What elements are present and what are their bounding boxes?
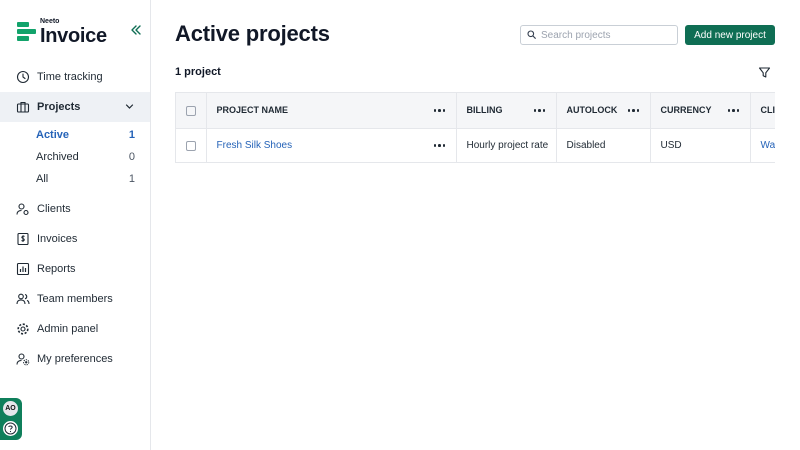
project-count: 1 project xyxy=(175,66,221,78)
subnav-item-label: Archived xyxy=(36,151,79,163)
sidebar-item-label: Invoices xyxy=(37,233,78,245)
sidebar-item-reports[interactable]: Reports xyxy=(0,254,150,284)
billing-cell: Hourly project rate xyxy=(456,128,557,162)
column-label: CLI xyxy=(760,105,776,116)
sidebar-item-label: My preferences xyxy=(37,353,113,365)
project-name-link[interactable]: Fresh Silk Shoes xyxy=(217,140,293,151)
column-menu-icon[interactable] xyxy=(433,108,446,112)
column-menu-icon[interactable] xyxy=(727,108,740,112)
column-label: AUTOLOCK xyxy=(566,105,618,116)
sidebar-item-label: Time tracking xyxy=(37,71,103,83)
column-header-autolock[interactable]: AUTOLOCK xyxy=(556,93,651,129)
neeto-invoice-logo[interactable]: Neeto Invoice xyxy=(17,18,107,46)
column-label: BILLING xyxy=(466,105,503,116)
sidebar-item-projects[interactable]: Projects xyxy=(0,92,150,122)
currency-cell: USD xyxy=(650,128,751,162)
projects-table: PROJECT NAME BILLING AUTOLOCK CURRENCY C… xyxy=(175,92,775,163)
user-settings-icon xyxy=(15,352,30,367)
column-menu-icon[interactable] xyxy=(627,108,640,112)
add-new-project-button[interactable]: Add new project xyxy=(685,25,775,45)
select-all-checkbox[interactable] xyxy=(186,105,196,116)
sidebar-item-admin-panel[interactable]: Admin panel xyxy=(0,314,150,344)
sidebar-item-label: Admin panel xyxy=(37,323,99,335)
table-row[interactable]: Fresh Silk Shoes Hourly project rate Dis… xyxy=(176,128,776,162)
table-header-row: PROJECT NAME BILLING AUTOLOCK CURRENCY C… xyxy=(176,93,776,129)
page-title: Active projects xyxy=(175,21,330,46)
logo-big-text: Invoice xyxy=(40,25,107,47)
gear-icon xyxy=(15,322,30,337)
logo-small-text: Neeto xyxy=(40,18,60,25)
column-menu-icon[interactable] xyxy=(533,108,546,112)
sidebar-item-invoices[interactable]: Invoices xyxy=(0,224,150,254)
main-content: Active projects Add new project 1 projec… xyxy=(151,0,800,450)
sidebar-item-team-members[interactable]: Team members xyxy=(0,284,150,314)
subnav-item-label: All xyxy=(36,173,49,185)
sidebar-item-label: Team members xyxy=(37,293,113,305)
column-header-client[interactable]: CLI xyxy=(750,93,776,129)
column-label: CURRENCY xyxy=(660,105,712,116)
client-link[interactable]: Wa xyxy=(761,140,776,151)
sidebar-item-clients[interactable]: Clients xyxy=(0,194,150,224)
collapse-sidebar-icon[interactable] xyxy=(129,23,143,37)
autolock-cell: Disabled xyxy=(556,128,651,162)
subnav-item-count: 1 xyxy=(128,129,135,141)
subnav-item-archived[interactable]: Archived 0 xyxy=(0,146,150,168)
column-header-currency[interactable]: CURRENCY xyxy=(650,93,751,129)
sidebar: Neeto Invoice Time tracking Projects Act… xyxy=(0,0,151,450)
chevron-down-icon[interactable] xyxy=(124,101,135,112)
subnav-item-count: 1 xyxy=(128,173,135,185)
logo-mark-icon xyxy=(17,21,36,43)
search-icon xyxy=(527,26,536,44)
sidebar-item-time-tracking[interactable]: Time tracking xyxy=(0,62,150,92)
subnav-item-count: 0 xyxy=(128,151,135,163)
filter-icon[interactable] xyxy=(758,66,771,79)
users-icon xyxy=(15,292,30,307)
help-icon[interactable] xyxy=(3,421,18,436)
sidebar-item-label: Projects xyxy=(37,101,81,113)
subnav-item-all[interactable]: All 1 xyxy=(0,168,150,190)
briefcase-icon xyxy=(15,100,30,115)
search-box[interactable] xyxy=(520,25,678,45)
bar-chart-icon xyxy=(15,262,30,277)
sidebar-item-label: Clients xyxy=(37,203,71,215)
subnav-item-label: Active xyxy=(36,129,70,141)
row-checkbox[interactable] xyxy=(186,140,196,151)
sidebar-item-label: Reports xyxy=(37,263,76,275)
column-header-billing[interactable]: BILLING xyxy=(456,93,557,129)
avatar[interactable]: AO xyxy=(3,401,18,416)
column-header-project-name[interactable]: PROJECT NAME xyxy=(206,93,457,129)
clock-icon xyxy=(15,70,30,85)
column-label: PROJECT NAME xyxy=(216,105,289,116)
subnav-item-active[interactable]: Active 1 xyxy=(0,124,150,146)
sidebar-nav: Time tracking Projects Active 1 Archived… xyxy=(0,62,150,374)
row-menu-icon[interactable] xyxy=(433,144,446,148)
dollar-doc-icon xyxy=(15,232,30,247)
search-input[interactable] xyxy=(541,29,671,41)
user-gear-icon xyxy=(15,202,30,217)
user-badge: AO xyxy=(0,398,22,440)
projects-subnav: Active 1 Archived 0 All 1 xyxy=(0,122,150,194)
sidebar-item-my-preferences[interactable]: My preferences xyxy=(0,344,150,374)
